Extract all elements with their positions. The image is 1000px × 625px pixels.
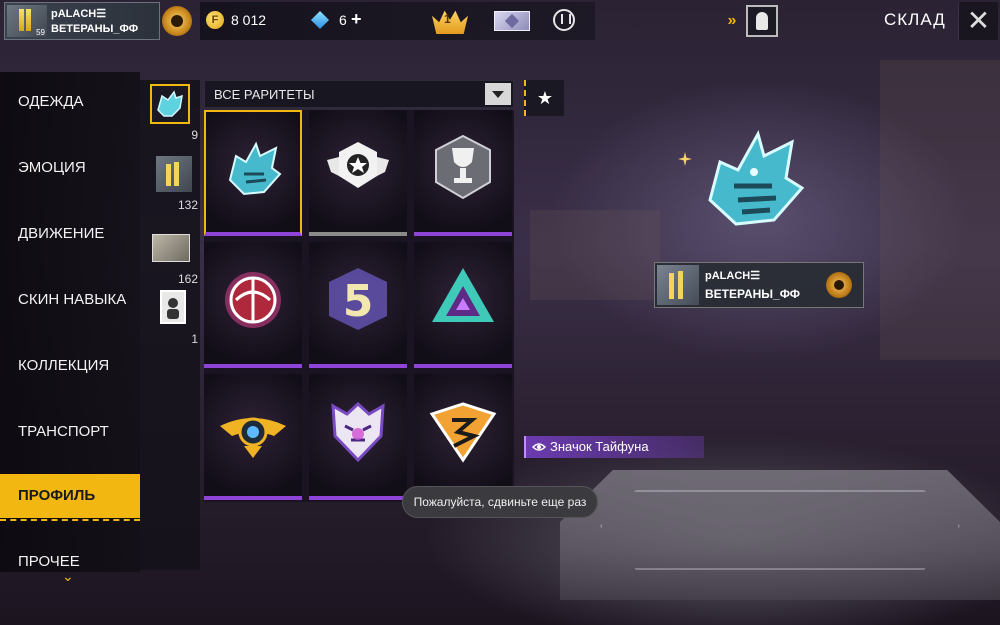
subcategory-avatars[interactable]: 132 xyxy=(144,152,200,212)
rarity-filter[interactable]: ВСЕ РАРИТЕТЫ xyxy=(204,80,514,108)
chevron-s-badge-icon xyxy=(429,402,497,463)
sparkle-icon xyxy=(678,152,692,166)
rarity-filter-label: ВСЕ РАРИТЕТЫ xyxy=(214,87,315,102)
menu-item-clothing[interactable]: ОДЕЖДА xyxy=(0,80,140,124)
tiger-badge-icon xyxy=(331,401,385,463)
menu-item-emotion[interactable]: ЭМОЦИЯ xyxy=(0,146,140,190)
items-grid: 5 xyxy=(204,110,514,502)
svg-text:5: 5 xyxy=(343,276,374,327)
eye-badge-icon xyxy=(532,443,546,451)
selected-item-name: Значок Тайфуна xyxy=(550,439,649,454)
dropdown-arrow-icon[interactable] xyxy=(485,83,511,105)
grid-item[interactable] xyxy=(204,374,302,500)
preview-avatar xyxy=(657,265,699,305)
crown-number: 1 xyxy=(444,12,451,26)
guild-icon[interactable] xyxy=(553,9,575,31)
player-avatar: 59 xyxy=(7,5,47,37)
grid-item[interactable] xyxy=(414,242,512,368)
flaming-ball-badge-icon xyxy=(225,272,281,328)
favorite-star-button[interactable]: ★ xyxy=(524,80,564,116)
winged-orb-badge-icon xyxy=(220,417,286,458)
top-bar: 59 pALACH☰ ВЕТЕРАНЫ_ФФ F 8 012 6 + 1 » С… xyxy=(0,0,1000,44)
chevron-down-icon[interactable]: ⌄ xyxy=(62,568,74,585)
menu-item-skill-skin[interactable]: СКИН НАВЫКА xyxy=(0,278,140,322)
background-structure xyxy=(530,210,660,300)
avatar-icon xyxy=(156,156,192,192)
winged-star-badge-icon xyxy=(327,142,389,188)
display-platform-outline xyxy=(600,490,960,570)
grid-item[interactable] xyxy=(414,374,512,500)
subcategory-badges[interactable]: 9 xyxy=(144,82,200,142)
subcategory-column: 9 132 162 1 xyxy=(140,80,200,570)
player-level: 59 xyxy=(36,28,45,37)
page-title: СКЛАД xyxy=(884,10,946,29)
preview-player-guild: ВЕТЕРАНЫ_ФФ xyxy=(705,287,801,301)
add-diamonds-button[interactable]: + xyxy=(351,9,362,30)
selected-item-tag: Значок Тайфуна xyxy=(524,436,704,458)
trophy-badge-icon xyxy=(435,134,491,200)
category-menu: ОДЕЖДА ЭМОЦИЯ ДВИЖЕНИЕ СКИН НАВЫКА КОЛЛЕ… xyxy=(0,72,140,572)
grid-item[interactable] xyxy=(414,110,512,236)
grid-item[interactable]: 5 xyxy=(309,242,407,368)
rank-bars-icon xyxy=(19,9,33,36)
card-icon xyxy=(160,290,186,324)
subcategory-count: 132 xyxy=(177,198,198,212)
preview-player-name: pALACH☰ xyxy=(705,270,761,282)
close-button[interactable]: ✕ xyxy=(958,2,998,40)
arrows-icon[interactable]: » xyxy=(720,6,744,36)
wolf-badge-preview-icon xyxy=(708,130,805,226)
player-card[interactable]: 59 pALACH☰ ВЕТЕРАНЫ_ФФ xyxy=(4,2,160,40)
grid-item[interactable] xyxy=(204,242,302,368)
subcategory-count: 162 xyxy=(177,272,198,286)
background-structure xyxy=(880,60,1000,360)
rank-medal-icon[interactable] xyxy=(162,6,192,36)
wolf-badge-icon xyxy=(228,141,282,196)
subcategory-cards[interactable]: 1 xyxy=(144,286,200,346)
diamond-balance: 6 xyxy=(339,12,347,28)
grid-item[interactable] xyxy=(309,110,407,236)
menu-item-movement[interactable]: ДВИЖЕНИЕ xyxy=(0,212,140,256)
subcategory-count: 1 xyxy=(191,332,198,346)
preview-rank-medal-icon xyxy=(826,272,852,298)
grid-item[interactable] xyxy=(204,110,302,236)
elite-pass-icon[interactable] xyxy=(494,11,530,31)
triangle-badge-icon xyxy=(432,268,494,322)
gold-coin-icon: F xyxy=(206,11,224,29)
badge-icon xyxy=(150,84,190,124)
toast-message: Пожалуйста, сдвиньте еще раз xyxy=(402,486,598,518)
subcategory-count: 9 xyxy=(191,128,198,142)
grid-item[interactable] xyxy=(309,374,407,500)
player-name: pALACH☰ xyxy=(51,8,107,20)
player-guild: ВЕТЕРАНЫ_ФФ xyxy=(51,23,139,35)
menu-item-collection[interactable]: КОЛЛЕКЦИЯ xyxy=(0,344,140,388)
profile-card-icon[interactable] xyxy=(746,5,778,37)
menu-item-transport[interactable]: ТРАНСПОРТ xyxy=(0,410,140,454)
coin-balance: 8 012 xyxy=(231,12,267,28)
subcategory-banners[interactable]: 162 xyxy=(144,226,200,286)
number-five-badge-icon: 5 xyxy=(329,268,387,330)
banner-icon xyxy=(152,234,190,262)
menu-item-profile[interactable]: ПРОФИЛЬ xyxy=(0,474,140,521)
